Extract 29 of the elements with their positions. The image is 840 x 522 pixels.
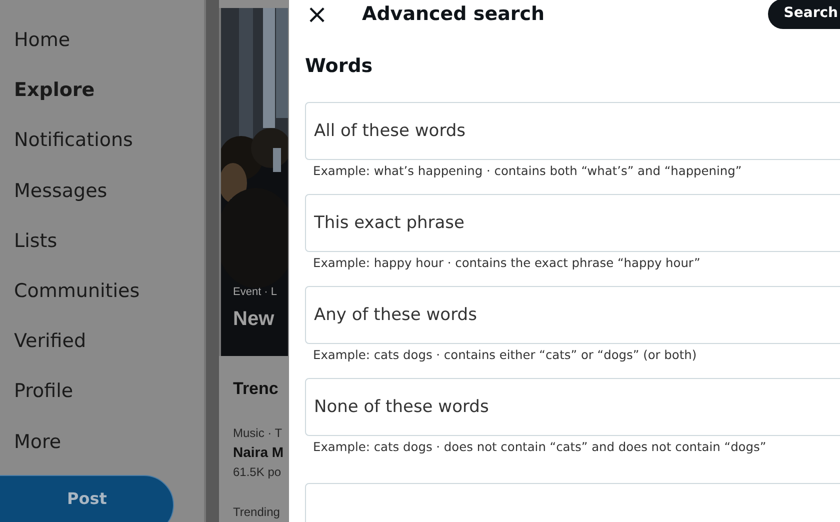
sidebar-item[interactable]: Home (0, 27, 204, 78)
trend-count: 61.5K po (233, 464, 282, 480)
scrollbar[interactable] (204, 0, 219, 522)
input-field[interactable]: Any of these words (305, 286, 840, 344)
sidebar-item[interactable]: Messages (0, 178, 204, 228)
field-hint: Example: what’s happening · contains both “what’s” and “happening” (313, 162, 743, 180)
sidebar-item[interactable]: Lists (0, 228, 204, 278)
sidebar-item[interactable]: Communities (0, 278, 204, 328)
trend-name[interactable]: Naira M (233, 442, 289, 462)
trends-heading: Trenc (233, 378, 280, 400)
field-hint: Example: happy hour · contains the exact phrase “happy hour” (313, 254, 702, 272)
trend-category: Music · T (233, 424, 284, 442)
event-title[interactable]: New (233, 304, 274, 334)
input-field[interactable]: This exact phrase (305, 194, 840, 252)
input-field[interactable]: None of these words (305, 378, 840, 436)
search-button[interactable]: Search (768, 0, 840, 28)
post-button[interactable]: Post (0, 475, 174, 522)
sidebar-item[interactable]: Profile (0, 378, 204, 428)
trend-category: Trending (233, 504, 281, 520)
sidebar-item[interactable]: Verified (0, 328, 204, 378)
event-label: Event · L (233, 285, 278, 300)
close-button[interactable]: × (306, 2, 328, 28)
sidebar-item[interactable]: Notifications (0, 127, 204, 178)
input-field[interactable]: All of these words (305, 102, 840, 160)
dialog-title: Advanced search (362, 3, 545, 26)
field-hint: Example: cats dogs · contains either “cats” or “dogs” (or both) (313, 347, 698, 364)
section-heading: Words (305, 54, 374, 79)
field-hint: Example: cats dogs · does not contain “cats” and does not contain “dogs” (313, 439, 768, 456)
sidebar-item[interactable]: Explore (0, 77, 204, 128)
